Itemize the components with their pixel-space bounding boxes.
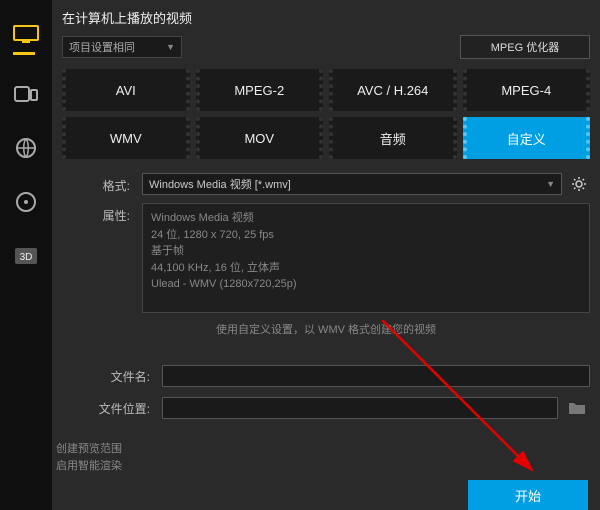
top-row: 项目设置相同 ▼ MPEG 优化器 <box>52 31 600 69</box>
tab-avi[interactable]: AVI <box>62 69 190 111</box>
filename-label: 文件名: <box>62 368 162 385</box>
format-tabs-row2: WMV MOV 音频 自定义 <box>52 117 600 159</box>
device-icon[interactable] <box>12 82 40 106</box>
hint-text: 使用自定义设置，以 WMV 格式创建您的视频 <box>62 321 590 337</box>
filelocation-label: 文件位置: <box>62 400 162 417</box>
settings-dropdown[interactable]: 项目设置相同 ▼ <box>62 36 182 58</box>
settings-panel: 格式: Windows Media 视频 [*.wmv] ▼ 属性: Windo… <box>62 173 590 337</box>
start-button[interactable]: 开始 <box>468 480 588 510</box>
tab-mpeg4[interactable]: MPEG-4 <box>463 69 591 111</box>
globe-icon[interactable] <box>12 136 40 160</box>
disc-icon[interactable] <box>12 190 40 214</box>
attrs-box: Windows Media 视频 24 位, 1280 x 720, 25 fp… <box>142 203 590 313</box>
sidebar: 3D <box>0 0 52 510</box>
format-value: Windows Media 视频 [*.wmv] <box>149 176 291 192</box>
tab-audio[interactable]: 音频 <box>329 117 457 159</box>
filelocation-input[interactable] <box>162 397 558 419</box>
page-title: 在计算机上播放的视频 <box>52 0 600 31</box>
file-section: 文件名: 文件位置: <box>62 365 590 419</box>
tab-mov[interactable]: MOV <box>196 117 324 159</box>
mpeg-optimizer-button[interactable]: MPEG 优化器 <box>460 35 590 59</box>
tab-custom[interactable]: 自定义 <box>463 117 591 159</box>
monitor-icon[interactable] <box>12 28 40 52</box>
footer-options: 创建预览范围 启用智能渲染 <box>52 441 122 474</box>
format-tabs-row1: AVI MPEG-2 AVC / H.264 MPEG-4 <box>52 69 600 111</box>
footer-opt-preview[interactable]: 创建预览范围 <box>56 441 122 458</box>
format-label: 格式: <box>62 173 142 194</box>
main-panel: 在计算机上播放的视频 项目设置相同 ▼ MPEG 优化器 AVI MPEG-2 … <box>52 0 600 510</box>
settings-dropdown-label: 项目设置相同 <box>69 39 135 55</box>
tab-avc[interactable]: AVC / H.264 <box>329 69 457 111</box>
folder-icon[interactable] <box>564 397 590 419</box>
format-select[interactable]: Windows Media 视频 [*.wmv] ▼ <box>142 173 562 195</box>
tab-mpeg2[interactable]: MPEG-2 <box>196 69 324 111</box>
chevron-down-icon: ▼ <box>546 179 555 189</box>
start-button-label: 开始 <box>515 486 541 505</box>
threed-icon[interactable]: 3D <box>12 244 40 268</box>
tab-wmv[interactable]: WMV <box>62 117 190 159</box>
filename-input[interactable] <box>162 365 590 387</box>
chevron-down-icon: ▼ <box>166 42 175 52</box>
attrs-label: 属性: <box>62 203 142 224</box>
svg-text:3D: 3D <box>20 252 33 263</box>
mpeg-optimizer-label: MPEG 优化器 <box>491 39 559 55</box>
gear-icon[interactable] <box>568 173 590 195</box>
footer-opt-smartrender[interactable]: 启用智能渲染 <box>56 458 122 475</box>
